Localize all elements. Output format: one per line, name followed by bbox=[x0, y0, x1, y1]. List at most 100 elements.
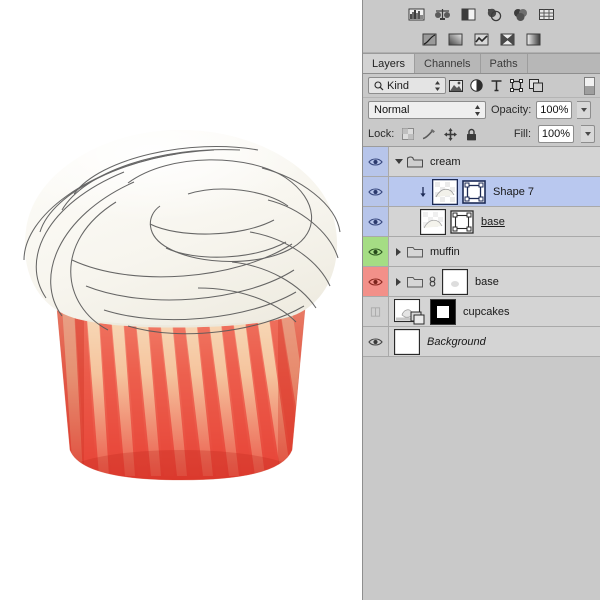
layer-filter-row: Kind bbox=[363, 74, 600, 98]
adjustments-toolbar-row-1 bbox=[363, 0, 600, 26]
cupcake-illustration bbox=[0, 120, 362, 490]
opacity-stepper[interactable] bbox=[577, 101, 592, 119]
blend-mode-select[interactable]: Normal bbox=[368, 101, 486, 119]
type-filter-icon bbox=[491, 80, 501, 92]
clipping-mask-arrow-icon bbox=[420, 186, 426, 197]
layer-name-base-group: base bbox=[475, 275, 499, 288]
layer-row-cream[interactable]: cream bbox=[363, 147, 600, 177]
brightness-contrast-icon[interactable] bbox=[460, 7, 477, 22]
vector-mask-thumbnail-shape-7[interactable] bbox=[462, 179, 486, 204]
filter-enable-toggle[interactable] bbox=[584, 76, 595, 95]
gradient-icon[interactable] bbox=[525, 32, 542, 47]
vector-mask-thumbnail-base-shape[interactable] bbox=[450, 209, 474, 234]
visibility-toggle-cream[interactable] bbox=[363, 147, 389, 176]
layer-body-base-group: base bbox=[389, 267, 600, 296]
layer-row-background[interactable]: Background bbox=[363, 327, 600, 357]
visibility-toggle-shape-7[interactable] bbox=[363, 177, 389, 206]
layer-row-shape-7[interactable]: Shape 7 bbox=[363, 177, 600, 207]
opacity-label: Opacity: bbox=[491, 104, 532, 116]
eye-icon bbox=[368, 217, 383, 226]
chevron-updown-icon bbox=[475, 105, 480, 116]
photo-filter-icon[interactable] bbox=[486, 7, 503, 22]
lock-image-pixels-button[interactable] bbox=[422, 127, 436, 141]
visibility-toggle-muffin[interactable] bbox=[363, 237, 389, 266]
folder-open-icon bbox=[407, 156, 423, 168]
visibility-toggle-base-shape[interactable] bbox=[363, 207, 389, 236]
panel-empty-area bbox=[362, 412, 600, 600]
layer-body-base-shape: base bbox=[389, 207, 600, 236]
layer-body-cupcakes: cupcakes bbox=[389, 297, 600, 326]
layer-mask-thumbnail-cupcakes[interactable] bbox=[430, 298, 456, 325]
layer-row-muffin[interactable]: muffin bbox=[363, 237, 600, 267]
panel-tabs: Layers Channels Paths bbox=[363, 53, 600, 74]
adjustment-filter-icon bbox=[469, 79, 483, 92]
layer-thumbnail-shape-7[interactable] bbox=[432, 178, 458, 205]
layers-list: cream Shape 7 base muffin base cupcakes … bbox=[363, 146, 600, 357]
document-canvas[interactable] bbox=[0, 0, 362, 600]
fill-stepper[interactable] bbox=[581, 125, 595, 143]
selective-color-icon[interactable] bbox=[473, 32, 490, 47]
lock-position-button[interactable] bbox=[443, 127, 457, 141]
chevron-updown-icon bbox=[435, 81, 440, 91]
adjustments-toolbar-row-2 bbox=[363, 26, 600, 52]
layer-row-cupcakes[interactable]: cupcakes bbox=[363, 297, 600, 327]
eye-icon bbox=[368, 337, 383, 346]
eye-icon bbox=[368, 187, 383, 196]
eye-icon bbox=[368, 157, 383, 166]
visibility-toggle-cupcakes[interactable] bbox=[363, 297, 389, 326]
filter-pixel-button[interactable] bbox=[446, 77, 466, 95]
filter-type-button[interactable] bbox=[486, 77, 506, 95]
layer-row-base-group[interactable]: base bbox=[363, 267, 600, 297]
grid-icon[interactable] bbox=[538, 7, 555, 22]
smart-object-thumbnail-cupcakes[interactable] bbox=[393, 298, 426, 325]
tab-channels[interactable]: Channels bbox=[415, 54, 481, 73]
layer-body-shape-7: Shape 7 bbox=[389, 177, 600, 206]
filter-kind-select[interactable]: Kind bbox=[368, 77, 446, 94]
layer-name-muffin: muffin bbox=[430, 245, 460, 258]
fill-value[interactable]: 100% bbox=[538, 125, 574, 143]
group-disclosure-cream[interactable] bbox=[394, 156, 403, 167]
shape-filter-icon bbox=[509, 79, 523, 92]
folder-closed-icon bbox=[407, 277, 423, 288]
cream-frosting bbox=[23, 130, 341, 335]
layer-name-background: Background bbox=[427, 335, 486, 348]
eye-icon bbox=[368, 247, 383, 256]
gradient-map-icon[interactable] bbox=[447, 32, 464, 47]
tab-paths[interactable]: Paths bbox=[480, 54, 528, 73]
pixel-filter-icon bbox=[449, 79, 463, 92]
layer-thumbnail-background[interactable] bbox=[394, 328, 420, 355]
group-disclosure-muffin[interactable] bbox=[394, 246, 403, 257]
layer-thumbnail-base-shape[interactable] bbox=[420, 208, 446, 235]
visibility-toggle-base-group[interactable] bbox=[363, 267, 389, 296]
smartobject-filter-icon bbox=[529, 79, 543, 92]
lock-all-button[interactable] bbox=[464, 127, 478, 141]
filter-shape-button[interactable] bbox=[506, 77, 526, 95]
eye-icon bbox=[368, 277, 383, 286]
group-disclosure-base-group[interactable] bbox=[394, 276, 403, 287]
fill-label: Fill: bbox=[513, 128, 531, 140]
histogram-icon[interactable] bbox=[408, 7, 425, 22]
layer-body-background: Background bbox=[389, 327, 600, 356]
filter-adjustment-button[interactable] bbox=[466, 77, 486, 95]
tab-layers[interactable]: Layers bbox=[363, 54, 416, 73]
lock-transparent-pixels-button[interactable] bbox=[401, 127, 415, 141]
color-balance-icon[interactable] bbox=[512, 7, 529, 22]
lock-transparent-pixels-icon bbox=[402, 128, 415, 140]
eye-off-icon bbox=[370, 306, 381, 317]
lock-all-icon bbox=[466, 128, 476, 140]
levels-icon[interactable] bbox=[434, 7, 451, 22]
mask-thumbnail-base-group[interactable] bbox=[442, 268, 468, 295]
photoshop-window: Layers Channels Paths Kind Normal Opacit… bbox=[0, 0, 600, 600]
lock-label: Lock: bbox=[368, 128, 395, 140]
curves-icon[interactable] bbox=[421, 32, 438, 47]
invert-icon[interactable] bbox=[499, 32, 516, 47]
visibility-toggle-background[interactable] bbox=[363, 327, 389, 356]
filter-smartobject-button[interactable] bbox=[526, 77, 546, 95]
link-mask-icon[interactable] bbox=[427, 275, 438, 288]
layer-body-muffin: muffin bbox=[389, 237, 600, 266]
blend-mode-row: Normal Opacity: 100% bbox=[363, 98, 600, 122]
layer-name-cream: cream bbox=[430, 155, 461, 168]
opacity-value[interactable]: 100% bbox=[536, 101, 573, 119]
layer-row-base-shape[interactable]: base bbox=[363, 207, 600, 237]
layer-body-cream: cream bbox=[389, 147, 600, 176]
